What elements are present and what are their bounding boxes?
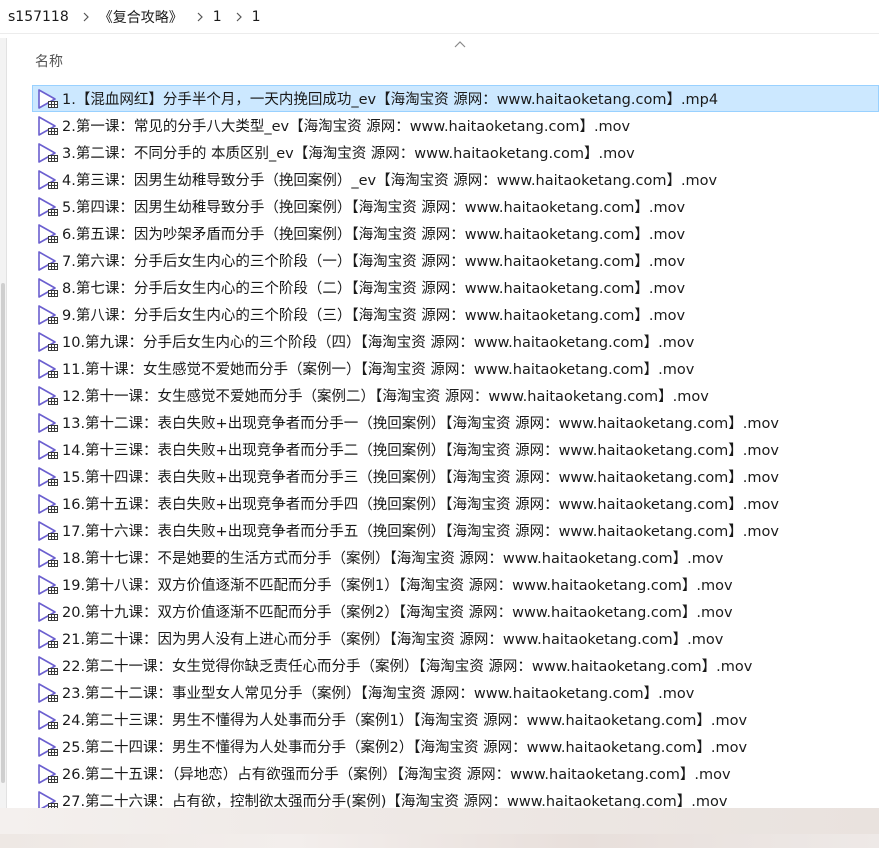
file-list: 1.【混血网红】分手半个月，一天内挽回成功_ev【海淘宝资 源网：www.hai… xyxy=(32,85,879,814)
breadcrumb: s157118 《复合攻略》 1 1 xyxy=(0,0,879,34)
file-row[interactable]: 22.第二十一课：女生觉得你缺乏责任心而分手（案例）【海淘宝资 源网：www.h… xyxy=(32,652,879,679)
file-name: 3.第二课：不同分手的 本质区别_ev【海淘宝资 源网：www.haitaoke… xyxy=(62,146,635,162)
video-file-icon xyxy=(38,196,58,217)
file-row[interactable]: 26.第二十五课：（异地恋）占有欲强而分手（案例）【海淘宝资 源网：www.ha… xyxy=(32,760,879,787)
file-row[interactable]: 17.第十六课：表白失败+出现竞争者而分手五（挽回案例）【海淘宝资 源网：www… xyxy=(32,517,879,544)
video-file-icon xyxy=(38,736,58,757)
file-name: 23.第二十二课：事业型女人常见分手（案例）【海淘宝资 源网：www.haita… xyxy=(62,686,695,702)
sort-ascending-icon xyxy=(454,41,466,48)
video-file-icon xyxy=(38,439,58,460)
file-name: 1.【混血网红】分手半个月，一天内挽回成功_ev【海淘宝资 源网：www.hai… xyxy=(62,92,719,108)
file-name: 17.第十六课：表白失败+出现竞争者而分手五（挽回案例）【海淘宝资 源网：www… xyxy=(62,524,779,540)
file-row[interactable]: 21.第二十课：因为男人没有上进心而分手（案例）【海淘宝资 源网：www.hai… xyxy=(32,625,879,652)
desktop-background-strip xyxy=(0,808,879,848)
video-file-icon xyxy=(38,709,58,730)
file-row[interactable]: 14.第十三课：表白失败+出现竞争者而分手二（挽回案例）【海淘宝资 源网：www… xyxy=(32,436,879,463)
video-file-icon xyxy=(38,763,58,784)
file-row[interactable]: 7.第六课：分手后女生内心的三个阶段（一）【海淘宝资 源网：www.haitao… xyxy=(32,247,879,274)
file-name: 16.第十五课：表白失败+出现竞争者而分手四（挽回案例）【海淘宝资 源网：www… xyxy=(62,497,779,513)
breadcrumb-item[interactable]: 1 xyxy=(252,9,261,25)
video-file-icon xyxy=(38,655,58,676)
file-row[interactable]: 23.第二十二课：事业型女人常见分手（案例）【海淘宝资 源网：www.haita… xyxy=(32,679,879,706)
video-file-icon xyxy=(38,574,58,595)
breadcrumb-item[interactable]: s157118 xyxy=(0,9,69,25)
file-row[interactable]: 20.第十九课：双方价值逐渐不匹配而分手（案例2）【海淘宝资 源网：www.ha… xyxy=(32,598,879,625)
file-name: 26.第二十五课：（异地恋）占有欲强而分手（案例）【海淘宝资 源网：www.ha… xyxy=(62,767,731,783)
file-row[interactable]: 11.第十课：女生感觉不爱她而分手（案例一）【海淘宝资 源网：www.haita… xyxy=(32,355,879,382)
video-file-icon xyxy=(38,88,58,109)
navigation-pane-scrollbar[interactable] xyxy=(0,38,7,808)
file-name: 14.第十三课：表白失败+出现竞争者而分手二（挽回案例）【海淘宝资 源网：www… xyxy=(62,443,779,459)
file-row[interactable]: 2.第一课：常见的分手八大类型_ev【海淘宝资 源网：www.haitaoket… xyxy=(32,112,879,139)
file-row[interactable]: 12.第十一课：女生感觉不爱她而分手（案例二）【海淘宝资 源网：www.hait… xyxy=(32,382,879,409)
file-name: 8.第七课：分手后女生内心的三个阶段（二）【海淘宝资 源网：www.haitao… xyxy=(62,281,686,297)
column-header-name[interactable]: 名称 xyxy=(35,51,63,71)
video-file-icon xyxy=(38,547,58,568)
file-row[interactable]: 9.第八课：分手后女生内心的三个阶段（三）【海淘宝资 源网：www.haitao… xyxy=(32,301,879,328)
video-file-icon xyxy=(38,169,58,190)
video-file-icon xyxy=(38,682,58,703)
file-name: 25.第二十四课：男生不懂得为人处事而分手（案例2）【海淘宝资 源网：www.h… xyxy=(62,740,748,756)
file-row[interactable]: 13.第十二课：表白失败+出现竞争者而分手一（挽回案例）【海淘宝资 源网：www… xyxy=(32,409,879,436)
breadcrumb-item[interactable]: 《复合攻略》 xyxy=(99,7,183,27)
file-name: 22.第二十一课：女生觉得你缺乏责任心而分手（案例）【海淘宝资 源网：www.h… xyxy=(62,659,753,675)
breadcrumb-item[interactable]: 1 xyxy=(213,9,222,25)
video-file-icon xyxy=(38,520,58,541)
video-file-icon xyxy=(38,466,58,487)
video-file-icon xyxy=(38,412,58,433)
chevron-right-icon[interactable] xyxy=(69,12,99,22)
video-file-icon xyxy=(38,277,58,298)
scrollbar-thumb[interactable] xyxy=(1,283,5,783)
file-name: 9.第八课：分手后女生内心的三个阶段（三）【海淘宝资 源网：www.haitao… xyxy=(62,308,686,324)
file-name: 19.第十八课：双方价值逐渐不匹配而分手（案例1）【海淘宝资 源网：www.ha… xyxy=(62,578,733,594)
file-name: 15.第十四课：表白失败+出现竞争者而分手三（挽回案例）【海淘宝资 源网：www… xyxy=(62,470,779,486)
file-row[interactable]: 18.第十七课：不是她要的生活方式而分手（案例）【海淘宝资 源网：www.hai… xyxy=(32,544,879,571)
file-name: 4.第三课：因男生幼稚导致分手（挽回案例）_ev【海淘宝资 源网：www.hai… xyxy=(62,173,718,189)
file-name: 20.第十九课：双方价值逐渐不匹配而分手（案例2）【海淘宝资 源网：www.ha… xyxy=(62,605,733,621)
file-name: 24.第二十三课：男生不懂得为人处事而分手（案例1）【海淘宝资 源网：www.h… xyxy=(62,713,748,729)
file-row[interactable]: 1.【混血网红】分手半个月，一天内挽回成功_ev【海淘宝资 源网：www.hai… xyxy=(32,85,879,112)
file-row[interactable]: 25.第二十四课：男生不懂得为人处事而分手（案例2）【海淘宝资 源网：www.h… xyxy=(32,733,879,760)
video-file-icon xyxy=(38,304,58,325)
file-name: 10.第九课：分手后女生内心的三个阶段（四）【海淘宝资 源网：www.haita… xyxy=(62,335,695,351)
video-file-icon xyxy=(38,223,58,244)
chevron-right-icon[interactable] xyxy=(222,12,252,22)
file-name: 6.第五课：因为吵架矛盾而分手（挽回案例）【海淘宝资 源网：www.haitao… xyxy=(62,227,686,243)
file-row[interactable]: 6.第五课：因为吵架矛盾而分手（挽回案例）【海淘宝资 源网：www.haitao… xyxy=(32,220,879,247)
file-row[interactable]: 5.第四课：因男生幼稚导致分手（挽回案例）【海淘宝资 源网：www.haitao… xyxy=(32,193,879,220)
file-row[interactable]: 10.第九课：分手后女生内心的三个阶段（四）【海淘宝资 源网：www.haita… xyxy=(32,328,879,355)
file-row[interactable]: 15.第十四课：表白失败+出现竞争者而分手三（挽回案例）【海淘宝资 源网：www… xyxy=(32,463,879,490)
file-name: 5.第四课：因男生幼稚导致分手（挽回案例）【海淘宝资 源网：www.haitao… xyxy=(62,200,686,216)
video-file-icon xyxy=(38,628,58,649)
file-row[interactable]: 8.第七课：分手后女生内心的三个阶段（二）【海淘宝资 源网：www.haitao… xyxy=(32,274,879,301)
file-name: 12.第十一课：女生感觉不爱她而分手（案例二）【海淘宝资 源网：www.hait… xyxy=(62,389,709,405)
chevron-right-icon[interactable] xyxy=(183,12,213,22)
video-file-icon xyxy=(38,358,58,379)
file-name: 18.第十七课：不是她要的生活方式而分手（案例）【海淘宝资 源网：www.hai… xyxy=(62,551,724,567)
file-name: 21.第二十课：因为男人没有上进心而分手（案例）【海淘宝资 源网：www.hai… xyxy=(62,632,724,648)
file-name: 7.第六课：分手后女生内心的三个阶段（一）【海淘宝资 源网：www.haitao… xyxy=(62,254,686,270)
file-row[interactable]: 3.第二课：不同分手的 本质区别_ev【海淘宝资 源网：www.haitaoke… xyxy=(32,139,879,166)
file-name: 2.第一课：常见的分手八大类型_ev【海淘宝资 源网：www.haitaoket… xyxy=(62,119,631,135)
video-file-icon xyxy=(38,601,58,622)
video-file-icon xyxy=(38,250,58,271)
video-file-icon xyxy=(38,385,58,406)
video-file-icon xyxy=(38,115,58,136)
file-row[interactable]: 4.第三课：因男生幼稚导致分手（挽回案例）_ev【海淘宝资 源网：www.hai… xyxy=(32,166,879,193)
video-file-icon xyxy=(38,493,58,514)
file-row[interactable]: 24.第二十三课：男生不懂得为人处事而分手（案例1）【海淘宝资 源网：www.h… xyxy=(32,706,879,733)
file-row[interactable]: 19.第十八课：双方价值逐渐不匹配而分手（案例1）【海淘宝资 源网：www.ha… xyxy=(32,571,879,598)
video-file-icon xyxy=(38,142,58,163)
file-name: 11.第十课：女生感觉不爱她而分手（案例一）【海淘宝资 源网：www.haita… xyxy=(62,362,695,378)
file-name: 13.第十二课：表白失败+出现竞争者而分手一（挽回案例）【海淘宝资 源网：www… xyxy=(62,416,779,432)
video-file-icon xyxy=(38,331,58,352)
file-row[interactable]: 16.第十五课：表白失败+出现竞争者而分手四（挽回案例）【海淘宝资 源网：www… xyxy=(32,490,879,517)
